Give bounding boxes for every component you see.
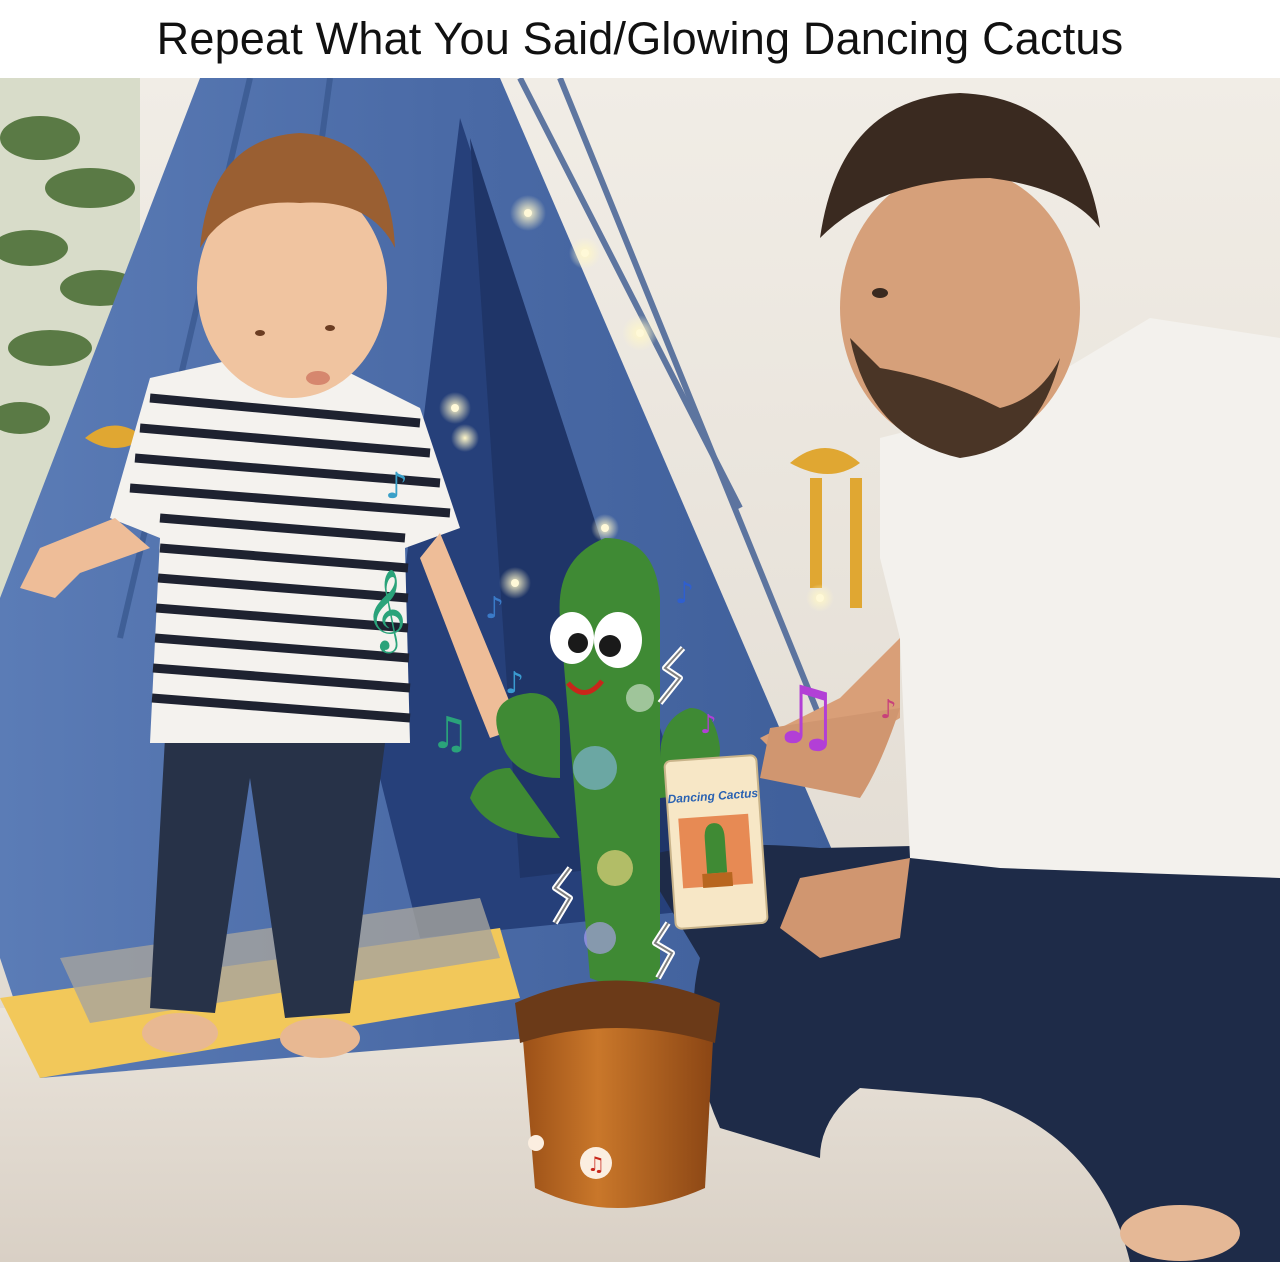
svg-text:♫: ♫: [587, 1152, 605, 1176]
product-image-page: Repeat What You Said/Glowing Dancing Cac…: [0, 0, 1280, 1262]
svg-text:♫: ♫: [430, 708, 469, 759]
svg-text:♪: ♪: [675, 576, 694, 611]
treble-clef-icon: 𝄞: [365, 568, 406, 653]
svg-text:♪: ♪: [485, 591, 504, 626]
svg-text:♪: ♪: [700, 710, 717, 740]
svg-text:♪: ♪: [505, 666, 524, 701]
svg-text:𝄞: 𝄞: [365, 568, 406, 653]
svg-text:♫: ♫: [770, 669, 842, 762]
photo-scene: ♫ Dancing Cactus ♫ ♫ ♪ ♪ ♪ ♪ ♪ ♪ 𝄞: [0, 78, 1280, 1262]
product-hang-tag: Dancing Cactus: [663, 754, 769, 930]
svg-text:♪: ♪: [385, 466, 408, 507]
svg-text:♪: ♪: [880, 695, 897, 725]
page-title: Repeat What You Said/Glowing Dancing Cac…: [0, 0, 1280, 78]
scene-illustration: ♫ Dancing Cactus ♫ ♫ ♪ ♪ ♪ ♪ ♪ ♪ 𝄞: [0, 78, 1280, 1262]
